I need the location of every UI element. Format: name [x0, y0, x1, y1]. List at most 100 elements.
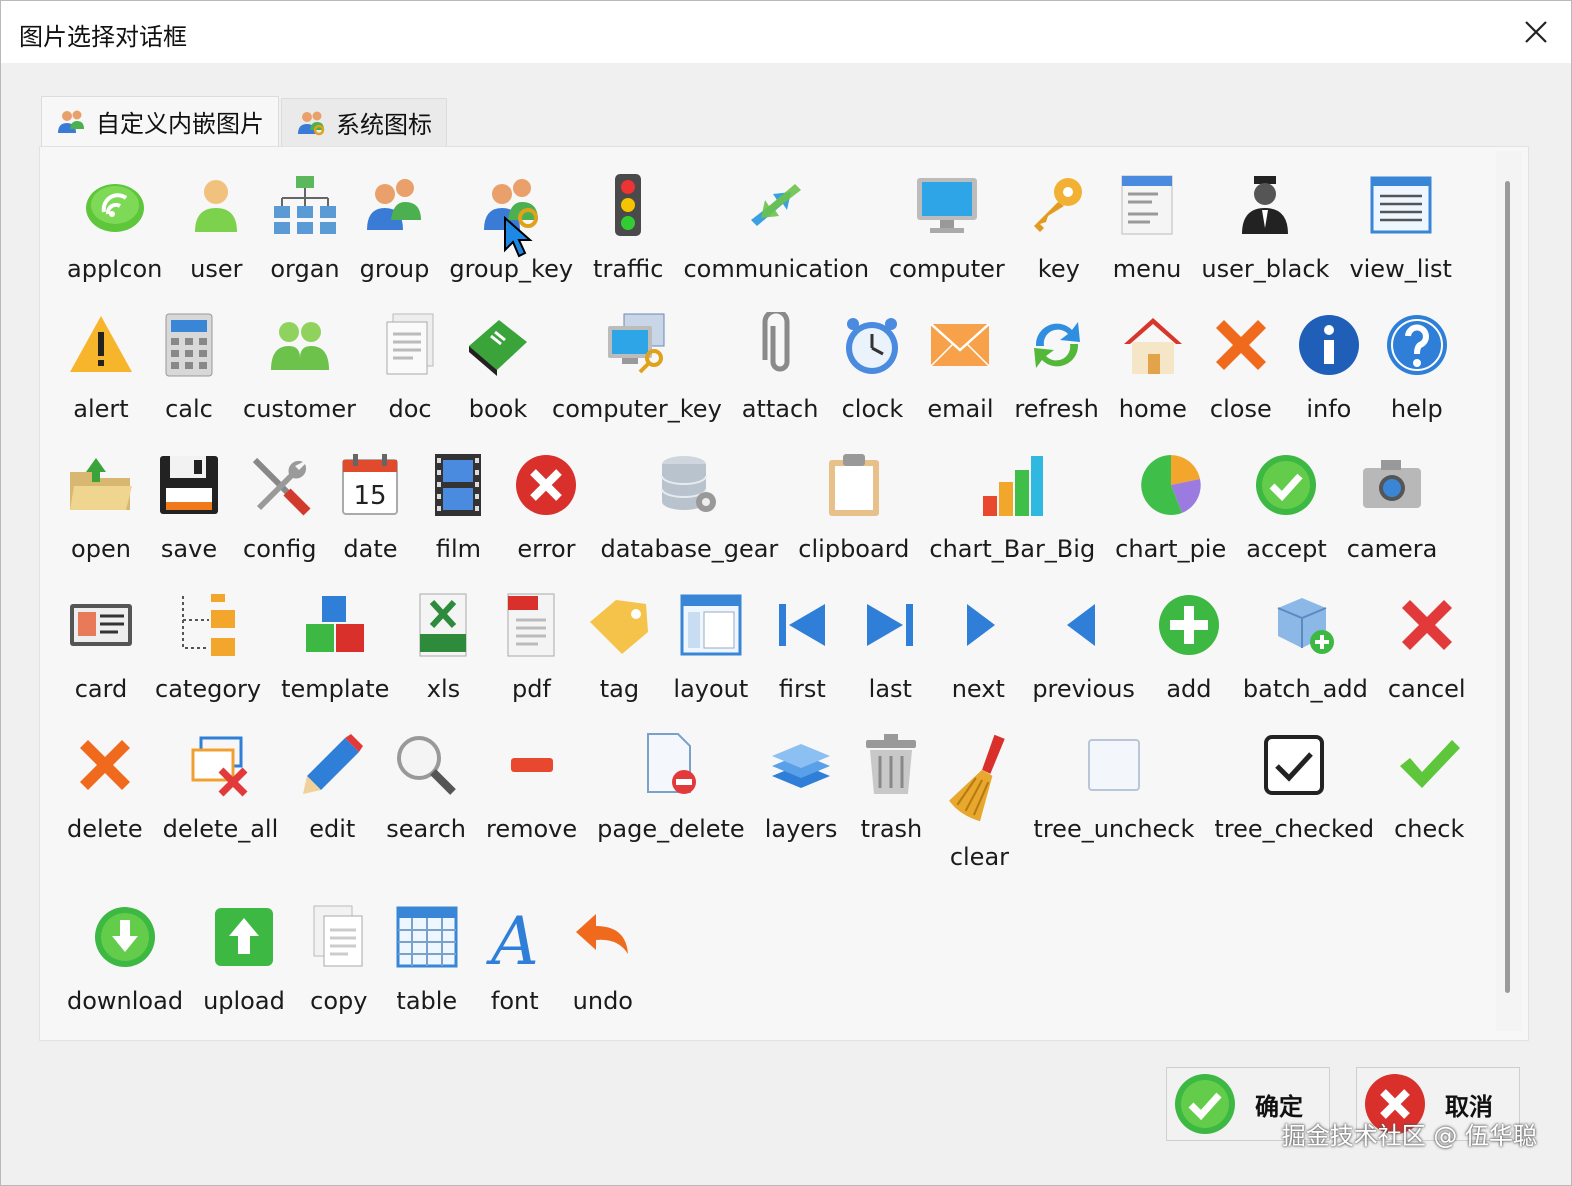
icon-item-edit[interactable]: edit — [288, 731, 376, 843]
paperclip-icon — [762, 312, 790, 372]
accept-check-icon — [1256, 455, 1317, 515]
icon-label: home — [1118, 395, 1187, 423]
icon-item-card[interactable]: card — [57, 591, 145, 703]
organization-chart-icon — [273, 176, 336, 234]
icon-item-remove[interactable]: remove — [476, 731, 587, 843]
pie-chart-icon — [1140, 455, 1201, 515]
icon-item-group-key[interactable]: group_key — [439, 171, 583, 283]
close-dialog-button[interactable] — [1515, 11, 1557, 53]
icon-label: search — [386, 815, 466, 843]
icon-item-accept[interactable]: accept — [1236, 451, 1337, 563]
tab-custom-images[interactable]: 自定义内嵌图片 — [41, 96, 279, 146]
icon-item-layers[interactable]: layers — [755, 731, 848, 843]
icon-item-user-black[interactable]: user_black — [1191, 171, 1339, 283]
icon-item-check[interactable]: check — [1384, 731, 1474, 843]
icon-item-cancel[interactable]: cancel — [1378, 591, 1476, 703]
icon-item-attach[interactable]: attach — [732, 311, 829, 423]
remove-minus-icon — [510, 758, 553, 772]
icon-item-menu[interactable]: menu — [1103, 171, 1192, 283]
icon-label: previous — [1032, 675, 1135, 703]
icon-item-user[interactable]: user — [172, 171, 260, 283]
icon-label: clear — [949, 843, 1010, 871]
tab-system-icons[interactable]: 系统图标 — [281, 98, 447, 146]
icon-item-camera[interactable]: camera — [1337, 451, 1448, 563]
icon-item-computer-key[interactable]: computer_key — [542, 311, 732, 423]
icon-item-chart-pie[interactable]: chart_pie — [1105, 451, 1236, 563]
icon-item-refresh[interactable]: refresh — [1004, 311, 1108, 423]
icon-label: appIcon — [67, 255, 163, 283]
icon-item-calc[interactable]: calc — [145, 311, 233, 423]
icon-item-info[interactable]: info — [1285, 311, 1373, 423]
icon-item-save[interactable]: save — [145, 451, 233, 563]
icon-item-close[interactable]: close — [1197, 311, 1285, 423]
icon-label: accept — [1246, 535, 1327, 563]
icon-item-computer[interactable]: computer — [879, 171, 1015, 283]
icon-item-tree-checked[interactable]: tree_checked — [1204, 731, 1384, 843]
icon-item-error[interactable]: error — [502, 451, 590, 563]
edit-pencil-icon — [303, 734, 364, 794]
icon-item-tree-uncheck[interactable]: tree_uncheck — [1023, 731, 1204, 843]
icon-item-config[interactable]: config — [233, 451, 326, 563]
scrollbar-thumb[interactable] — [1505, 181, 1510, 993]
icon-item-table[interactable]: table — [383, 903, 471, 1015]
icon-item-traffic[interactable]: traffic — [583, 171, 673, 283]
user-icon — [195, 180, 238, 232]
icon-item-next[interactable]: next — [934, 591, 1022, 703]
icon-item-doc[interactable]: doc — [366, 311, 454, 423]
icon-label: computer_key — [552, 395, 722, 423]
icon-label: trash — [860, 815, 923, 843]
icon-item-email[interactable]: email — [916, 311, 1004, 423]
icon-label: organ — [270, 255, 340, 283]
icon-item-copy[interactable]: copy — [295, 903, 383, 1015]
icon-label: close — [1209, 395, 1272, 423]
icon-item-date[interactable]: 15 date — [326, 451, 414, 563]
ok-check-icon — [1175, 1074, 1235, 1134]
icon-item-trash[interactable]: trash — [847, 731, 935, 843]
icon-item-upload[interactable]: upload — [193, 903, 295, 1015]
icon-item-customer[interactable]: customer — [233, 311, 366, 423]
icon-item-view-list[interactable]: view_list — [1339, 171, 1462, 283]
open-folder-icon — [70, 458, 132, 510]
icon-item-group[interactable]: group — [350, 171, 440, 283]
icon-item-search[interactable]: search — [376, 731, 476, 843]
icon-item-template[interactable]: template — [271, 591, 399, 703]
icon-item-open[interactable]: open — [57, 451, 145, 563]
icon-item-chart-bar-big[interactable]: chart_Bar_Big — [919, 451, 1105, 563]
icon-item-alert[interactable]: alert — [57, 311, 145, 423]
icon-label: check — [1394, 815, 1465, 843]
icon-item-page-delete[interactable]: page_delete — [587, 731, 755, 843]
icon-label: calc — [165, 395, 213, 423]
icon-item-previous[interactable]: previous — [1022, 591, 1145, 703]
icon-item-organ[interactable]: organ — [260, 171, 349, 283]
icon-item-clipboard[interactable]: clipboard — [788, 451, 919, 563]
icon-label: next — [951, 675, 1005, 703]
icon-item-delete[interactable]: delete — [57, 731, 153, 843]
icon-label: undo — [572, 987, 633, 1015]
icon-item-help[interactable]: help — [1373, 311, 1461, 423]
icon-item-category[interactable]: category — [145, 591, 271, 703]
tab-label: 系统图标 — [336, 111, 432, 139]
icon-item-database-gear[interactable]: database_gear — [590, 451, 788, 563]
icon-item-layout[interactable]: layout — [663, 591, 758, 703]
icon-item-batch-add[interactable]: batch_add — [1233, 591, 1378, 703]
icon-label: doc — [388, 395, 432, 423]
icon-item-clear[interactable]: clear — [935, 731, 1023, 871]
icon-item-xls[interactable]: xls — [399, 591, 487, 703]
icon-item-communication[interactable]: communication — [673, 171, 879, 283]
icon-item-appicon[interactable]: appIcon — [57, 171, 172, 283]
icon-item-clock[interactable]: clock — [828, 311, 916, 423]
icon-item-add[interactable]: add — [1145, 591, 1233, 703]
icon-item-first[interactable]: first — [758, 591, 846, 703]
icon-item-delete-all[interactable]: delete_all — [153, 731, 289, 843]
icon-item-pdf[interactable]: pdf — [487, 591, 575, 703]
icon-item-tag[interactable]: tag — [575, 591, 663, 703]
icon-item-download[interactable]: download — [57, 903, 193, 1015]
icon-item-film[interactable]: film — [414, 451, 502, 563]
icon-item-book[interactable]: book — [454, 311, 542, 423]
icon-item-font[interactable]: A font — [471, 903, 559, 1015]
icon-item-home[interactable]: home — [1109, 311, 1197, 423]
icon-item-key[interactable]: key — [1015, 171, 1103, 283]
icon-item-last[interactable]: last — [846, 591, 934, 703]
refresh-icon — [1033, 322, 1080, 368]
icon-item-undo[interactable]: undo — [559, 903, 647, 1015]
